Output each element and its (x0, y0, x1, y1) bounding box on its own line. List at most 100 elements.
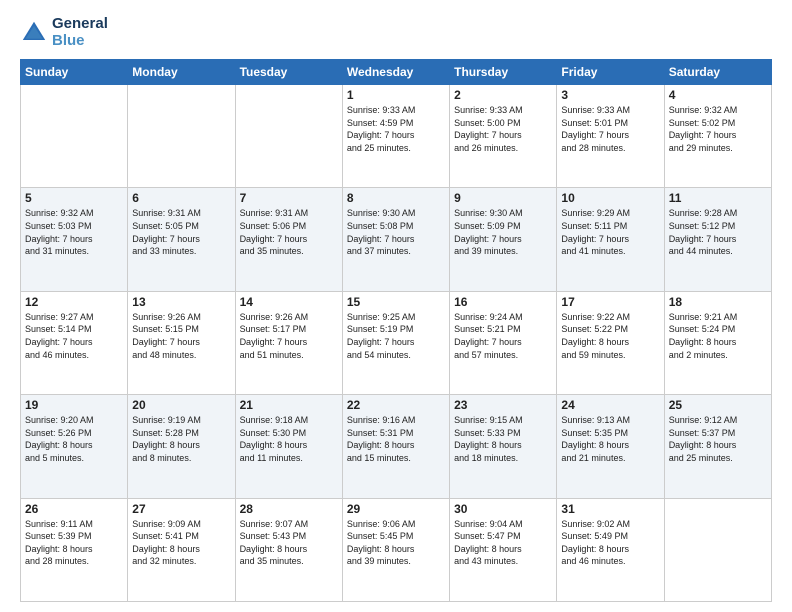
calendar-cell: 29Sunrise: 9:06 AM Sunset: 5:45 PM Dayli… (342, 498, 449, 601)
calendar-cell: 3Sunrise: 9:33 AM Sunset: 5:01 PM Daylig… (557, 85, 664, 188)
logo: General Blue (20, 16, 108, 49)
day-number: 10 (561, 191, 659, 205)
cell-content: Sunrise: 9:33 AM Sunset: 4:59 PM Dayligh… (347, 104, 445, 154)
cell-content: Sunrise: 9:24 AM Sunset: 5:21 PM Dayligh… (454, 311, 552, 361)
calendar-cell (21, 85, 128, 188)
day-number: 5 (25, 191, 123, 205)
calendar-cell: 28 Sunrise: 9:07 AM Sunset: 5:43 PM Dayli… (235, 498, 342, 601)
cell-content: Sunrise: 9:07 AM Sunset: 5:43 PM Dayligh… (240, 518, 338, 568)
calendar-cell: 17 Sunrise: 9:22 AM Sunset: 5:22 PM Dayli… (557, 291, 664, 394)
cell-content: Sunrise: 9:25 AM Sunset: 5:19 PM Dayligh… (347, 311, 445, 361)
day-number: 3 (561, 88, 659, 102)
cell-content: Sunrise: 9:21 AM Sunset: 5:24 PM Dayligh… (669, 311, 767, 361)
calendar-cell: 26 Sunrise: 9:11 AM Sunset: 5:39 PM Dayli… (21, 498, 128, 601)
calendar-cell: 13Sunrise: 9:26 AM Sunset: 5:15 PM Dayli… (128, 291, 235, 394)
week-row-0: 1 Sunrise: 9:33 AM Sunset: 4:59 PM Daylig… (21, 85, 772, 188)
day-number: 7 (240, 191, 338, 205)
calendar-cell (235, 85, 342, 188)
cell-content: Sunrise: 9:32 AM Sunset: 5:03 PM Dayligh… (25, 207, 123, 257)
cell-content: Sunrise: 9:32 AM Sunset: 5:02 PM Dayligh… (669, 104, 767, 154)
day-number: 6 (132, 191, 230, 205)
day-number: 28 (240, 502, 338, 516)
day-number: 24 (561, 398, 659, 412)
cell-content: Sunrise: 9:15 AM Sunset: 5:33 PM Dayligh… (454, 414, 552, 464)
week-row-3: 19 Sunrise: 9:20 AM Sunset: 5:26 PM Dayli… (21, 395, 772, 498)
logo-icon (20, 19, 48, 47)
cell-content: Sunrise: 9:12 AM Sunset: 5:37 PM Dayligh… (669, 414, 767, 464)
logo-text: General Blue (52, 16, 108, 49)
calendar-cell: 15 Sunrise: 9:25 AM Sunset: 5:19 PM Dayli… (342, 291, 449, 394)
weekday-header-sunday: Sunday (21, 60, 128, 85)
day-number: 8 (347, 191, 445, 205)
calendar-cell: 4 Sunrise: 9:32 AM Sunset: 5:02 PM Daylig… (664, 85, 771, 188)
week-row-1: 5 Sunrise: 9:32 AM Sunset: 5:03 PM Daylig… (21, 188, 772, 291)
cell-content: Sunrise: 9:22 AM Sunset: 5:22 PM Dayligh… (561, 311, 659, 361)
week-row-2: 12 Sunrise: 9:27 AM Sunset: 5:14 PM Dayli… (21, 291, 772, 394)
day-number: 12 (25, 295, 123, 309)
weekday-header-saturday: Saturday (664, 60, 771, 85)
calendar-cell: 8 Sunrise: 9:30 AM Sunset: 5:08 PM Daylig… (342, 188, 449, 291)
calendar-cell: 31Sunrise: 9:02 AM Sunset: 5:49 PM Dayli… (557, 498, 664, 601)
day-number: 19 (25, 398, 123, 412)
day-number: 30 (454, 502, 552, 516)
day-number: 9 (454, 191, 552, 205)
calendar-cell: 10 Sunrise: 9:29 AM Sunset: 5:11 PM Dayli… (557, 188, 664, 291)
weekday-header-thursday: Thursday (450, 60, 557, 85)
header: General Blue (20, 16, 772, 49)
calendar-cell: 14 Sunrise: 9:26 AM Sunset: 5:17 PM Dayli… (235, 291, 342, 394)
calendar-cell: 25 Sunrise: 9:12 AM Sunset: 5:37 PM Dayli… (664, 395, 771, 498)
cell-content: Sunrise: 9:28 AM Sunset: 5:12 PM Dayligh… (669, 207, 767, 257)
day-number: 29 (347, 502, 445, 516)
day-number: 2 (454, 88, 552, 102)
weekday-header-monday: Monday (128, 60, 235, 85)
calendar-cell: 20Sunrise: 9:19 AM Sunset: 5:28 PM Dayli… (128, 395, 235, 498)
day-number: 14 (240, 295, 338, 309)
day-number: 1 (347, 88, 445, 102)
calendar-cell: 19 Sunrise: 9:20 AM Sunset: 5:26 PM Dayli… (21, 395, 128, 498)
day-number: 23 (454, 398, 552, 412)
calendar-cell: 30 Sunrise: 9:04 AM Sunset: 5:47 PM Dayli… (450, 498, 557, 601)
calendar-cell: 6 Sunrise: 9:31 AM Sunset: 5:05 PM Daylig… (128, 188, 235, 291)
week-row-4: 26 Sunrise: 9:11 AM Sunset: 5:39 PM Dayli… (21, 498, 772, 601)
calendar-cell: 11Sunrise: 9:28 AM Sunset: 5:12 PM Dayli… (664, 188, 771, 291)
cell-content: Sunrise: 9:04 AM Sunset: 5:47 PM Dayligh… (454, 518, 552, 568)
cell-content: Sunrise: 9:31 AM Sunset: 5:06 PM Dayligh… (240, 207, 338, 257)
day-number: 13 (132, 295, 230, 309)
cell-content: Sunrise: 9:30 AM Sunset: 5:08 PM Dayligh… (347, 207, 445, 257)
day-number: 26 (25, 502, 123, 516)
calendar-cell: 1 Sunrise: 9:33 AM Sunset: 4:59 PM Daylig… (342, 85, 449, 188)
day-number: 21 (240, 398, 338, 412)
day-number: 27 (132, 502, 230, 516)
day-number: 15 (347, 295, 445, 309)
weekday-header-tuesday: Tuesday (235, 60, 342, 85)
day-number: 18 (669, 295, 767, 309)
day-number: 22 (347, 398, 445, 412)
day-number: 17 (561, 295, 659, 309)
calendar-cell: 2Sunrise: 9:33 AM Sunset: 5:00 PM Daylig… (450, 85, 557, 188)
weekday-header-row: SundayMondayTuesdayWednesdayThursdayFrid… (21, 60, 772, 85)
calendar-cell: 23 Sunrise: 9:15 AM Sunset: 5:33 PM Dayli… (450, 395, 557, 498)
day-number: 4 (669, 88, 767, 102)
cell-content: Sunrise: 9:31 AM Sunset: 5:05 PM Dayligh… (132, 207, 230, 257)
calendar-cell: 12 Sunrise: 9:27 AM Sunset: 5:14 PM Dayli… (21, 291, 128, 394)
calendar-cell: 5 Sunrise: 9:32 AM Sunset: 5:03 PM Daylig… (21, 188, 128, 291)
calendar-cell: 21 Sunrise: 9:18 AM Sunset: 5:30 PM Dayli… (235, 395, 342, 498)
cell-content: Sunrise: 9:16 AM Sunset: 5:31 PM Dayligh… (347, 414, 445, 464)
page: General Blue SundayMondayTuesdayWednesda… (0, 0, 792, 612)
calendar-cell (664, 498, 771, 601)
cell-content: Sunrise: 9:20 AM Sunset: 5:26 PM Dayligh… (25, 414, 123, 464)
cell-content: Sunrise: 9:29 AM Sunset: 5:11 PM Dayligh… (561, 207, 659, 257)
weekday-header-wednesday: Wednesday (342, 60, 449, 85)
cell-content: Sunrise: 9:26 AM Sunset: 5:17 PM Dayligh… (240, 311, 338, 361)
day-number: 20 (132, 398, 230, 412)
cell-content: Sunrise: 9:18 AM Sunset: 5:30 PM Dayligh… (240, 414, 338, 464)
calendar-cell: 27Sunrise: 9:09 AM Sunset: 5:41 PM Dayli… (128, 498, 235, 601)
cell-content: Sunrise: 9:02 AM Sunset: 5:49 PM Dayligh… (561, 518, 659, 568)
cell-content: Sunrise: 9:27 AM Sunset: 5:14 PM Dayligh… (25, 311, 123, 361)
cell-content: Sunrise: 9:11 AM Sunset: 5:39 PM Dayligh… (25, 518, 123, 568)
calendar-cell: 16Sunrise: 9:24 AM Sunset: 5:21 PM Dayli… (450, 291, 557, 394)
weekday-header-friday: Friday (557, 60, 664, 85)
day-number: 25 (669, 398, 767, 412)
calendar-cell: 7 Sunrise: 9:31 AM Sunset: 5:06 PM Daylig… (235, 188, 342, 291)
cell-content: Sunrise: 9:30 AM Sunset: 5:09 PM Dayligh… (454, 207, 552, 257)
